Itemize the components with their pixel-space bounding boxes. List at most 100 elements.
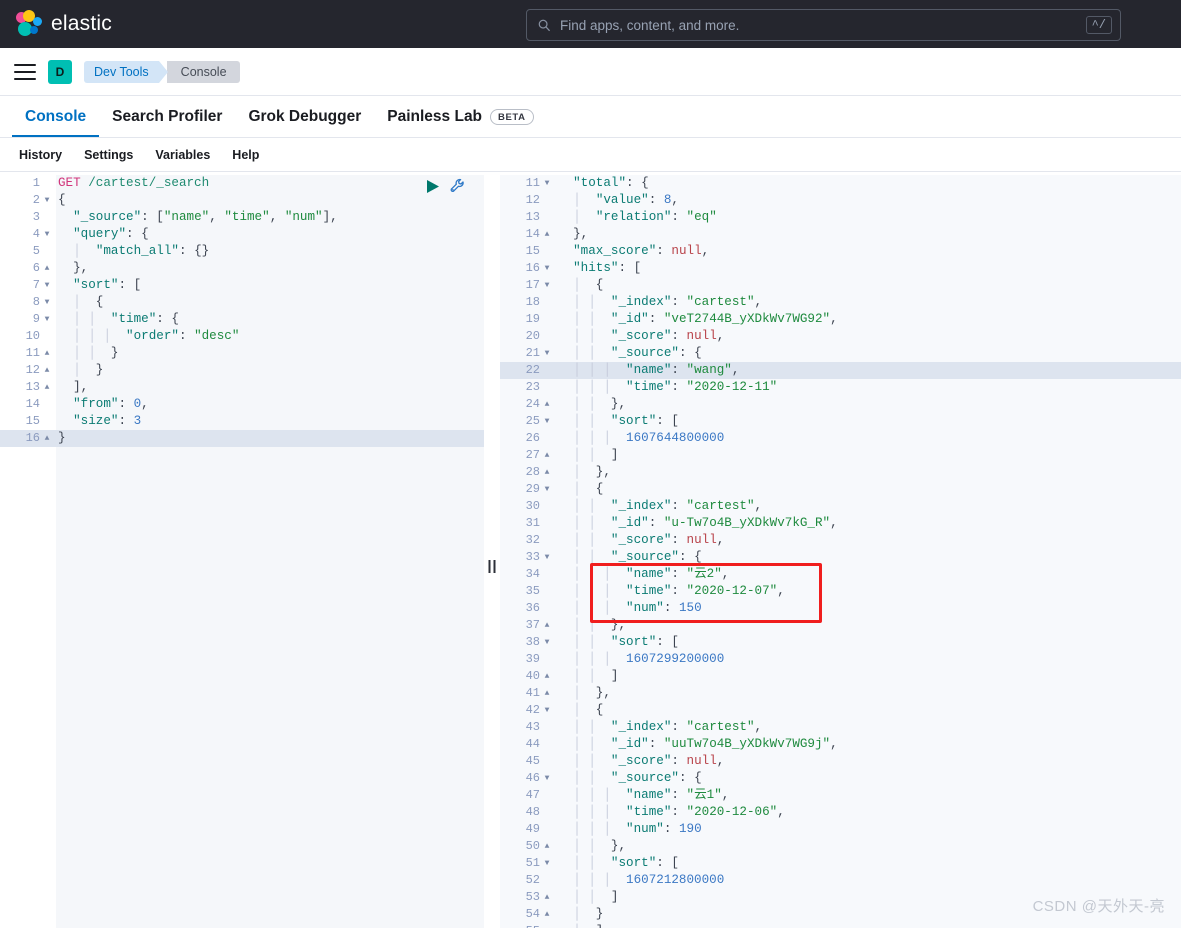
code-line[interactable]: 6 ▲ }, (0, 260, 484, 277)
fold-up-icon[interactable]: ▲ (42, 379, 52, 396)
code-line[interactable]: 24 ▲ │ │ }, (500, 396, 1181, 413)
code-line[interactable]: 30 │ │ "_index": "cartest", (500, 498, 1181, 515)
fold-up-icon[interactable]: ▲ (542, 668, 552, 685)
code-line[interactable]: 40 ▲ │ │ ] (500, 668, 1181, 685)
code-line[interactable]: 11 ▲ │ │ } (0, 345, 484, 362)
code-line[interactable]: 28 ▲ │ }, (500, 464, 1181, 481)
code-line[interactable]: 9 ▼ │ │ "time": { (0, 311, 484, 328)
code-line[interactable]: 39 │ │ │ 1607299200000 (500, 651, 1181, 668)
code-line[interactable]: 16 ▲} (0, 430, 484, 447)
code-line[interactable]: 43 │ │ "_index": "cartest", (500, 719, 1181, 736)
fold-up-icon[interactable]: ▲ (542, 838, 552, 855)
fold-down-icon[interactable]: ▼ (542, 345, 552, 362)
fold-up-icon[interactable]: ▲ (542, 447, 552, 464)
code-line[interactable]: 13 ▲ ], (0, 379, 484, 396)
code-line[interactable]: 15 "max_score": null, (500, 243, 1181, 260)
menu-item-help[interactable]: Help (223, 144, 268, 166)
fold-down-icon[interactable]: ▼ (542, 481, 552, 498)
fold-up-icon[interactable]: ▲ (42, 362, 52, 379)
fold-down-icon[interactable]: ▼ (542, 855, 552, 872)
hamburger-menu-icon[interactable] (14, 63, 36, 80)
code-line[interactable]: 4 ▼ "query": { (0, 226, 484, 243)
code-line[interactable]: 8 ▼ │ { (0, 294, 484, 311)
code-line[interactable]: 14 "from": 0, (0, 396, 484, 413)
space-avatar[interactable]: D (48, 59, 72, 84)
fold-down-icon[interactable]: ▼ (542, 175, 552, 192)
code-line[interactable]: 51 ▼ │ │ "sort": [ (500, 855, 1181, 872)
breadcrumb-item-dev-tools[interactable]: Dev Tools (84, 60, 159, 83)
code-line[interactable]: 47 │ │ │ "name": "云1", (500, 787, 1181, 804)
request-lines[interactable]: 1 GET /cartest/_search 2 ▼{3 "_source": ["n… (0, 175, 484, 447)
response-lines[interactable]: 11 ▼ "total": {12 │ "value": 8, 13 │ "rela… (500, 175, 1181, 928)
code-line[interactable]: 10 │ │ │ "order": "desc" (0, 328, 484, 345)
tab-grok-debugger[interactable]: Grok Debugger (235, 108, 374, 137)
brand[interactable]: elastic (0, 10, 112, 38)
fold-down-icon[interactable]: ▼ (542, 770, 552, 787)
code-line[interactable]: 25 ▼ │ │ "sort": [ (500, 413, 1181, 430)
breadcrumb-item-console[interactable]: Console (166, 60, 240, 83)
code-line[interactable]: 26 │ │ │ 1607644800000 (500, 430, 1181, 447)
code-line[interactable]: 17 ▼ │ { (500, 277, 1181, 294)
code-line[interactable]: 13 │ "relation": "eq" (500, 209, 1181, 226)
fold-up-icon[interactable]: ▲ (42, 430, 52, 447)
drag-handle-icon[interactable] (488, 560, 496, 573)
code-line[interactable]: 48 │ │ │ "time": "2020-12-06", (500, 804, 1181, 821)
response-editor-pane[interactable]: 11 ▼ "total": {12 │ "value": 8, 13 │ "rela… (500, 175, 1181, 928)
code-line[interactable]: 18 │ │ "_index": "cartest", (500, 294, 1181, 311)
code-line[interactable]: 35 │ │ │ "time": "2020-12-07", (500, 583, 1181, 600)
fold-down-icon[interactable]: ▼ (542, 702, 552, 719)
fold-down-icon[interactable]: ▼ (42, 192, 52, 209)
code-line[interactable]: 2 ▼ { (0, 192, 484, 209)
code-line[interactable]: 36 │ │ │ "num": 150 (500, 600, 1181, 617)
code-line[interactable]: 20 │ │ "_score": null, (500, 328, 1181, 345)
code-line[interactable]: 21 ▼ │ │ "_source": { (500, 345, 1181, 362)
code-line[interactable]: 14 ▲ }, (500, 226, 1181, 243)
global-search-bar[interactable]: Find apps, content, and more. ^/ (526, 9, 1121, 41)
code-line[interactable]: 52 │ │ │ 1607212800000 (500, 872, 1181, 889)
menu-item-variables[interactable]: Variables (146, 144, 219, 166)
fold-up-icon[interactable]: ▲ (42, 260, 52, 277)
code-line[interactable]: 33 ▼ │ │ "_source": { (500, 549, 1181, 566)
code-line[interactable]: 22 │ │ │ "name": "wang", (500, 362, 1181, 379)
search-input[interactable]: Find apps, content, and more. (551, 18, 1086, 33)
code-line[interactable]: 32 │ │ "_score": null, (500, 532, 1181, 549)
code-line[interactable]: 3 "_source": ["name", "time", "num"], (0, 209, 484, 226)
code-line[interactable]: 19 │ │ "_id": "veT2744B_yXDkWv7WG92", (500, 311, 1181, 328)
code-line[interactable]: 45 │ │ "_score": null, (500, 753, 1181, 770)
fold-down-icon[interactable]: ▼ (42, 226, 52, 243)
fold-up-icon[interactable]: ▲ (542, 396, 552, 413)
fold-down-icon[interactable]: ▼ (542, 549, 552, 566)
fold-down-icon[interactable]: ▼ (42, 311, 52, 328)
fold-down-icon[interactable]: ▼ (42, 294, 52, 311)
code-line[interactable]: 49 │ │ │ "num": 190 (500, 821, 1181, 838)
tab-console[interactable]: Console (12, 108, 99, 137)
pane-splitter[interactable] (484, 175, 500, 928)
code-line[interactable]: 44 │ │ "_id": "uuTw7o4B_yXDkWv7WG9j", (500, 736, 1181, 753)
code-line[interactable]: 29 ▼ │ { (500, 481, 1181, 498)
menu-item-settings[interactable]: Settings (75, 144, 142, 166)
code-line[interactable]: 1 GET /cartest/_search (0, 175, 484, 192)
tab-search-profiler[interactable]: Search Profiler (99, 108, 235, 137)
fold-down-icon[interactable]: ▼ (542, 413, 552, 430)
code-line[interactable]: 55 │ ] (500, 923, 1181, 928)
code-line[interactable]: 46 ▼ │ │ "_source": { (500, 770, 1181, 787)
play-triangle-icon[interactable] (426, 179, 440, 194)
fold-down-icon[interactable]: ▼ (542, 634, 552, 651)
request-editor-pane[interactable]: 1 GET /cartest/_search 2 ▼{3 "_source": ["n… (0, 175, 484, 928)
fold-up-icon[interactable]: ▲ (542, 685, 552, 702)
fold-down-icon[interactable]: ▼ (542, 260, 552, 277)
fold-up-icon[interactable]: ▲ (542, 906, 552, 923)
fold-up-icon[interactable]: ▲ (542, 226, 552, 243)
fold-up-icon[interactable]: ▲ (42, 345, 52, 362)
fold-up-icon[interactable]: ▲ (542, 464, 552, 481)
code-line[interactable]: 16 ▼ "hits": [ (500, 260, 1181, 277)
code-line[interactable]: 12 ▲ │ } (0, 362, 484, 379)
code-line[interactable]: 38 ▼ │ │ "sort": [ (500, 634, 1181, 651)
code-line[interactable]: 34 │ │ │ "name": "云2", (500, 566, 1181, 583)
code-line[interactable]: 7 ▼ "sort": [ (0, 277, 484, 294)
code-line[interactable]: 50 ▲ │ │ }, (500, 838, 1181, 855)
response-editor[interactable]: 11 ▼ "total": {12 │ "value": 8, 13 │ "rela… (500, 175, 1181, 928)
fold-down-icon[interactable]: ▼ (542, 277, 552, 294)
code-line[interactable]: 5 │ "match_all": {} (0, 243, 484, 260)
code-line[interactable]: 37 ▲ │ │ }, (500, 617, 1181, 634)
